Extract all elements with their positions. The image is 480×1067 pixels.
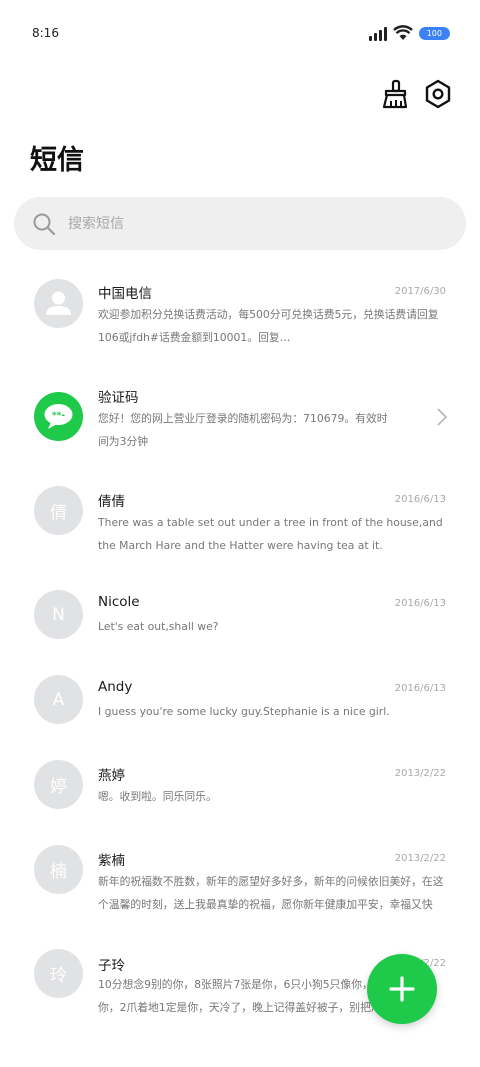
settings-hexagon-icon xyxy=(425,79,451,109)
thread-item[interactable]: 楠 紫楠 2013/2/22 新年的祝福数不胜数，新年的愿望好多好多，新年的问候… xyxy=(0,835,480,935)
message-bubble-icon: **- xyxy=(44,404,73,429)
svg-text:**-: **- xyxy=(52,411,65,421)
thread-item[interactable]: **- 验证码 您好！您的网上营业厅登录的随机密码为：710679。有效时间为3… xyxy=(0,372,480,472)
thread-item[interactable]: 婷 燕婷 2013/2/22 嗯。收到啦。同乐同乐。 xyxy=(0,750,480,830)
thread-date: 2017/6/30 xyxy=(394,286,446,297)
person-icon xyxy=(46,291,71,315)
thread-preview: There was a table set out under a tree i… xyxy=(98,516,443,552)
thread-item[interactable]: N Nicole 2016/6/13 Let's eat out,shall w… xyxy=(0,580,480,660)
thread-sender: 倩倩 xyxy=(98,494,125,510)
thread-sender: 紫楠 xyxy=(98,853,125,869)
search-input[interactable] xyxy=(66,214,430,233)
settings-button[interactable] xyxy=(422,78,454,110)
avatar: 婷 xyxy=(34,760,83,809)
battery-level: 100 xyxy=(426,28,442,38)
avatar: A xyxy=(34,675,83,724)
chevron-right-icon xyxy=(437,408,448,426)
page-title: 短信 xyxy=(30,145,84,176)
thread-date: 2016/6/13 xyxy=(394,598,446,609)
search-icon xyxy=(33,213,56,235)
thread-item[interactable]: A Andy 2016/6/13 I guess you're some luc… xyxy=(0,665,480,745)
avatar: **- xyxy=(34,392,83,441)
status-bar: 8:16 100 xyxy=(0,0,480,68)
thread-sender: 燕婷 xyxy=(98,768,125,784)
thread-preview: Let's eat out,shall we? xyxy=(98,620,219,633)
thread-preview: 嗯。收到啦。同乐同乐。 xyxy=(98,790,217,803)
signal-icon xyxy=(368,25,387,41)
search-bar[interactable] xyxy=(14,197,466,250)
thread-date: 2013/2/22 xyxy=(394,768,446,779)
avatar xyxy=(34,279,83,328)
wifi-icon xyxy=(392,25,413,40)
status-time: 8:16 xyxy=(32,26,59,40)
avatar: 倩 xyxy=(34,486,83,535)
avatar: 玲 xyxy=(34,949,83,998)
status-icons: 100 xyxy=(368,22,450,44)
thread-date: 2016/6/13 xyxy=(394,494,446,505)
thread-preview: 您好！您的网上营业厅登录的随机密码为：710679。有效时间为3分钟 xyxy=(98,412,388,448)
broom-icon xyxy=(382,79,408,109)
thread-date: 2013/2/22 xyxy=(394,853,446,864)
thread-preview: I guess you're some lucky guy.Stephanie … xyxy=(98,705,390,718)
thread-preview: 新年的祝福数不胜数，新年的愿望好多好多，新年的问候依旧美好，在这个温馨的时刻，送… xyxy=(98,875,444,911)
battery-icon: 100 xyxy=(418,26,450,40)
compose-button[interactable] xyxy=(367,954,437,1024)
thread-sender: 子玲 xyxy=(98,958,125,974)
thread-sender: Andy xyxy=(98,679,133,695)
thread-sender: Nicole xyxy=(98,594,140,610)
thread-item[interactable]: 中国电信 2017/6/30 欢迎参加积分兑换话费活动，每500分可兑换话费5元… xyxy=(0,268,480,368)
thread-date: 2016/6/13 xyxy=(394,683,446,694)
plus-icon xyxy=(389,976,415,1002)
thread-sender: 验证码 xyxy=(98,390,139,406)
clean-button[interactable] xyxy=(379,78,411,110)
avatar: N xyxy=(34,590,83,639)
avatar: 楠 xyxy=(34,845,83,894)
thread-item[interactable]: 倩 倩倩 2016/6/13 There was a table set out… xyxy=(0,476,480,576)
thread-preview: 欢迎参加积分兑换话费活动，每500分可兑换话费5元，兑换话费请回复106或jfd… xyxy=(98,308,439,344)
thread-sender: 中国电信 xyxy=(98,286,152,302)
